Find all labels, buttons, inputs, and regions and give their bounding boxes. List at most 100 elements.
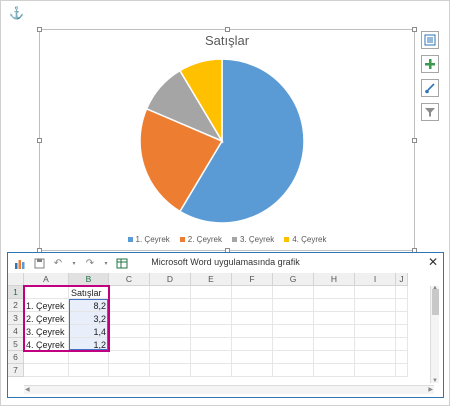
column-header-d[interactable]: D [150,273,191,286]
cell-j6[interactable] [396,351,408,364]
cell-i6[interactable] [355,351,396,364]
row-header-7[interactable]: 7 [8,364,24,377]
cell-a1[interactable] [24,286,69,299]
cell-a7[interactable] [24,364,69,377]
cell-g6[interactable] [273,351,314,364]
cell-a6[interactable] [24,351,69,364]
cell-g1[interactable] [273,286,314,299]
redo-icon[interactable]: ↷ [84,257,96,269]
cell-j1[interactable] [396,286,408,299]
horizontal-scrollbar[interactable]: ◀ ▶ [24,385,434,394]
column-header-i[interactable]: I [355,273,396,286]
cell-h5[interactable] [314,338,355,351]
cell-e4[interactable] [191,325,232,338]
anchor-icon[interactable]: ⚓ [9,6,24,20]
column-header-h[interactable]: H [314,273,355,286]
cell-f3[interactable] [232,312,273,325]
undo-dropdown-icon[interactable]: ▾ [71,257,77,269]
cell-h7[interactable] [314,364,355,377]
chart-elements-button[interactable] [421,55,439,73]
cell-c5[interactable] [109,338,150,351]
cell-h2[interactable] [314,299,355,312]
row-header-2[interactable]: 2 [8,299,24,312]
cell-f5[interactable] [232,338,273,351]
cell-f7[interactable] [232,364,273,377]
cell-b2[interactable]: 8,2 [69,299,109,312]
cell-i4[interactable] [355,325,396,338]
cell-d7[interactable] [150,364,191,377]
cell-h6[interactable] [314,351,355,364]
close-icon[interactable]: ✕ [428,255,438,269]
cell-b4[interactable]: 1,4 [69,325,109,338]
cell-a2[interactable]: 1. Çeyrek [24,299,69,312]
cell-a3[interactable]: 2. Çeyrek [24,312,69,325]
vertical-scrollbar[interactable]: ▲ ▼ [430,285,439,384]
cell-d4[interactable] [150,325,191,338]
cell-g4[interactable] [273,325,314,338]
cell-b5[interactable]: 1,2 [69,338,109,351]
cell-e2[interactable] [191,299,232,312]
chart-layout-button[interactable] [421,31,439,49]
column-header-j[interactable]: J [396,273,408,286]
row-header-6[interactable]: 6 [8,351,24,364]
cell-f6[interactable] [232,351,273,364]
column-header-c[interactable]: C [109,273,150,286]
cell-c1[interactable] [109,286,150,299]
scroll-down-icon[interactable]: ▼ [432,378,438,384]
chart-frame[interactable]: Satışlar 1. Çeyrek 2. Çeyrek 3. Çeyrek 4… [37,27,417,253]
column-header-a[interactable]: A [24,273,69,286]
chart-styles-button[interactable] [421,79,439,97]
cell-d2[interactable] [150,299,191,312]
cell-c6[interactable] [109,351,150,364]
chart-legend[interactable]: 1. Çeyrek 2. Çeyrek 3. Çeyrek 4. Çeyrek [40,235,414,244]
pie-chart[interactable] [137,56,307,226]
column-header-f[interactable]: F [232,273,273,286]
undo-icon[interactable]: ↶ [52,257,64,269]
column-header-b[interactable]: B [69,273,109,286]
cell-d1[interactable] [150,286,191,299]
cell-c2[interactable] [109,299,150,312]
cell-j3[interactable] [396,312,408,325]
cell-f1[interactable] [232,286,273,299]
resize-handle[interactable] [37,138,42,143]
cell-b6[interactable] [69,351,109,364]
chart-title[interactable]: Satışlar [40,33,414,48]
edit-in-excel-icon[interactable] [116,257,128,269]
cell-e5[interactable] [191,338,232,351]
resize-handle[interactable] [412,27,417,32]
cell-c3[interactable] [109,312,150,325]
cell-e1[interactable] [191,286,232,299]
cell-a5[interactable]: 4. Çeyrek [24,338,69,351]
cell-e6[interactable] [191,351,232,364]
cell-i5[interactable] [355,338,396,351]
chart-icon[interactable] [14,257,26,269]
cell-j4[interactable] [396,325,408,338]
cell-i2[interactable] [355,299,396,312]
cell-h4[interactable] [314,325,355,338]
scroll-left-icon[interactable]: ◀ [25,386,30,393]
cell-c7[interactable] [109,364,150,377]
scroll-right-icon[interactable]: ▶ [428,386,433,393]
vertical-scroll-thumb[interactable] [432,289,439,315]
cell-c4[interactable] [109,325,150,338]
cell-i3[interactable] [355,312,396,325]
cell-d6[interactable] [150,351,191,364]
cell-b3[interactable]: 3,2 [69,312,109,325]
cell-j5[interactable] [396,338,408,351]
redo-dropdown-icon[interactable]: ▾ [103,257,109,269]
cell-g5[interactable] [273,338,314,351]
cell-h1[interactable] [314,286,355,299]
column-header-g[interactable]: G [273,273,314,286]
cell-e3[interactable] [191,312,232,325]
cell-a4[interactable]: 3. Çeyrek [24,325,69,338]
save-icon[interactable] [33,257,45,269]
resize-handle[interactable] [37,27,42,32]
cell-j7[interactable] [396,364,408,377]
resize-handle[interactable] [225,27,230,32]
cell-d5[interactable] [150,338,191,351]
row-header-4[interactable]: 4 [8,325,24,338]
cell-g2[interactable] [273,299,314,312]
cell-i7[interactable] [355,364,396,377]
resize-handle[interactable] [412,138,417,143]
select-all-corner[interactable] [8,273,24,286]
